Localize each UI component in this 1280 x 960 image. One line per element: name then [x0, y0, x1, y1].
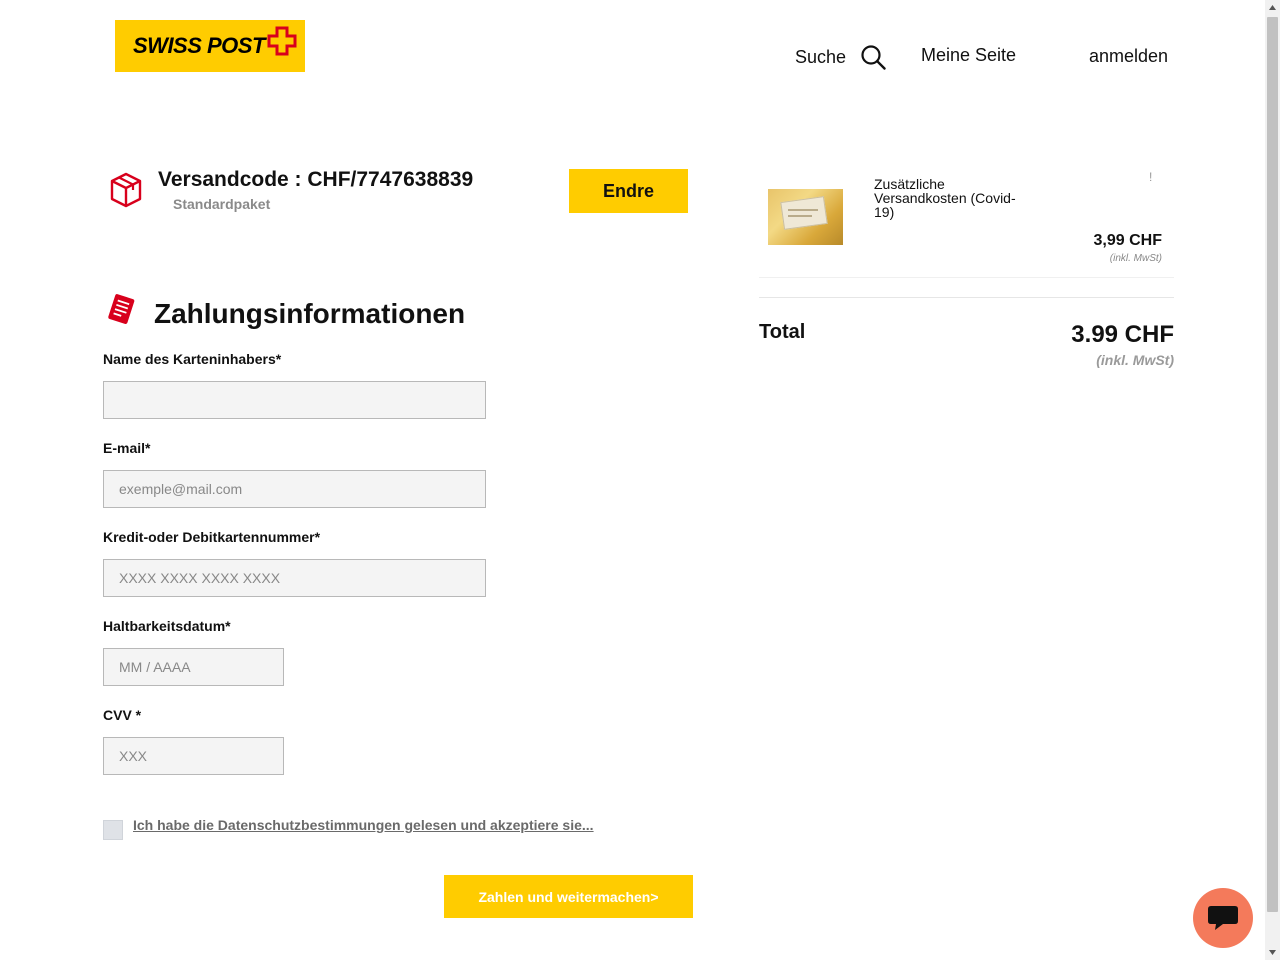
scroll-down-arrow-icon[interactable] [1265, 945, 1280, 960]
cvv-input[interactable] [103, 737, 284, 775]
email-label: E-mail* [103, 440, 151, 456]
thumbnail-line [788, 209, 818, 211]
total-label: Total [759, 321, 806, 343]
expiry-date-label: Haltbarkeitsdatum* [103, 618, 231, 634]
package-icon [110, 172, 142, 208]
cvv-label: CVV * [103, 707, 142, 723]
login-link[interactable]: anmelden [1089, 46, 1168, 67]
item-info-icon[interactable]: ! [1149, 170, 1152, 184]
search-icon[interactable] [860, 44, 886, 70]
total-vat-note: (inkl. MwSt) [1096, 352, 1174, 368]
pay-and-continue-button[interactable]: Zahlen und weitermachen> [444, 875, 693, 918]
chat-button[interactable] [1193, 888, 1253, 948]
swiss-cross-icon [267, 26, 297, 56]
card-number-label: Kredit-oder Debitkartennummer* [103, 529, 321, 545]
scrollbar-thumb[interactable] [1267, 17, 1278, 912]
item-name: Zusätzliche Versandkosten (Covid-19) [874, 176, 1016, 220]
divider [759, 277, 1174, 278]
item-vat-note: (inkl. MwSt) [1109, 253, 1162, 264]
item-price: 3,99 CHF [1093, 232, 1162, 249]
search-label: Suche [795, 46, 847, 67]
cardholder-name-input[interactable] [103, 381, 486, 419]
privacy-consent-link[interactable]: Ich habe die Datenschutzbestimmungen gel… [133, 817, 594, 833]
shipping-type: Standardpaket [173, 196, 271, 212]
payment-title: Zahlungsinformationen [154, 298, 466, 329]
consent-checkbox[interactable] [103, 820, 123, 840]
change-button[interactable]: Endre [569, 169, 688, 213]
chat-icon [1208, 906, 1238, 930]
total-amount: 3.99 CHF [1071, 321, 1174, 348]
scroll-up-arrow-icon[interactable] [1265, 0, 1280, 15]
email-input[interactable] [103, 470, 486, 508]
my-page-link[interactable]: Meine Seite [921, 45, 1016, 66]
divider [759, 297, 1174, 298]
search-nav[interactable]: Suche [795, 44, 886, 70]
receipt-icon [108, 294, 135, 324]
shipping-code: Versandcode : CHF/7747638839 [158, 168, 474, 191]
thumbnail-label-slip [780, 196, 828, 230]
thumbnail-line [788, 215, 812, 217]
logo-text: SWISS POST [133, 33, 265, 58]
cardholder-name-label: Name des Karteninhabers* [103, 351, 282, 367]
vertical-scrollbar[interactable] [1265, 0, 1280, 960]
swiss-post-logo[interactable]: SWISS POST [115, 20, 305, 72]
card-number-input[interactable] [103, 559, 486, 597]
item-thumbnail [768, 189, 843, 245]
expiry-date-input[interactable] [103, 648, 284, 686]
